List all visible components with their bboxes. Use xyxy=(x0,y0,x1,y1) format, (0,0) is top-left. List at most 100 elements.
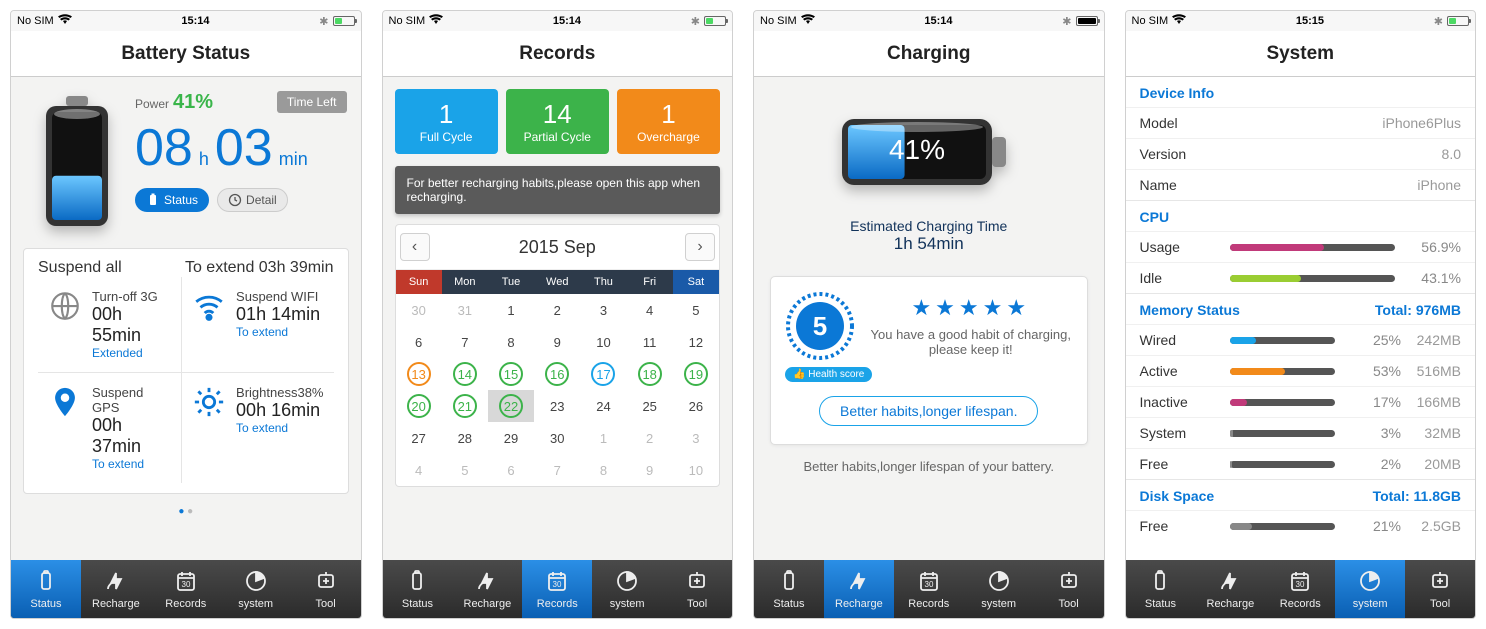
calendar-cell[interactable]: 27 xyxy=(396,422,442,454)
stat-tile[interactable]: 14Partial Cycle xyxy=(506,89,609,154)
tab-tool[interactable]: Tool xyxy=(1405,560,1475,618)
svg-text:30: 30 xyxy=(181,580,190,589)
calendar-title: 2015 Sep xyxy=(444,237,672,258)
detail-mode-button[interactable]: Detail xyxy=(217,188,288,212)
calendar-cell[interactable]: 6 xyxy=(488,454,534,486)
tab-system[interactable]: system xyxy=(964,560,1034,618)
calendar-cell[interactable]: 17 xyxy=(580,358,626,390)
option-link[interactable]: To extend xyxy=(236,325,320,339)
calendar-cell[interactable]: 30 xyxy=(396,294,442,326)
status-mode-button[interactable]: Status xyxy=(135,188,209,212)
calendar-cell[interactable]: 5 xyxy=(673,294,719,326)
info-row: Version8.0 xyxy=(1126,138,1476,169)
calendar-cell[interactable]: 30 xyxy=(534,422,580,454)
calendar-cell[interactable]: 13 xyxy=(396,358,442,390)
device-status-bar: No SIM15:14✱ xyxy=(11,11,361,31)
calendar-cell[interactable]: 25 xyxy=(627,390,673,422)
tab-recharge[interactable]: Recharge xyxy=(824,560,894,618)
suspend-option[interactable]: Turn-off 3G00h 55minExtended xyxy=(38,277,181,373)
calendar-cell[interactable]: 2 xyxy=(534,294,580,326)
power-label: Power xyxy=(135,97,169,111)
calendar-cell[interactable]: 20 xyxy=(396,390,442,422)
calendar-cell[interactable]: 21 xyxy=(442,390,488,422)
calendar-cell[interactable]: 8 xyxy=(580,454,626,486)
calendar-cell[interactable]: 9 xyxy=(627,454,673,486)
option-link[interactable]: To extend xyxy=(92,457,171,471)
tab-recharge[interactable]: Recharge xyxy=(452,560,522,618)
tab-system[interactable]: system xyxy=(592,560,662,618)
calendar-cell[interactable]: 3 xyxy=(580,294,626,326)
tab-tool[interactable]: Tool xyxy=(662,560,732,618)
calendar-cell[interactable]: 5 xyxy=(442,454,488,486)
metric-label: Free xyxy=(1140,456,1220,472)
calendar-cell[interactable]: 1 xyxy=(580,422,626,454)
suspend-all-label[interactable]: Suspend all xyxy=(38,259,122,277)
tab-system[interactable]: system xyxy=(221,560,291,618)
prev-month-button[interactable]: ‹ xyxy=(400,233,430,261)
tab-records[interactable]: 30Records xyxy=(894,560,964,618)
calendar-cell[interactable]: 10 xyxy=(673,454,719,486)
tab-records[interactable]: 30Records xyxy=(1265,560,1335,618)
metric-row: Free2%20MB xyxy=(1126,448,1476,479)
calendar-cell[interactable]: 14 xyxy=(442,358,488,390)
clock-icon xyxy=(228,193,242,207)
calendar-cell[interactable]: 24 xyxy=(580,390,626,422)
tab-tool[interactable]: Tool xyxy=(1034,560,1104,618)
calendar-cell[interactable]: 31 xyxy=(442,294,488,326)
health-score-pill[interactable]: 👍 Health score xyxy=(785,367,872,382)
calendar-cell[interactable]: 9 xyxy=(534,326,580,358)
calendar-cell[interactable]: 11 xyxy=(627,326,673,358)
tab-recharge[interactable]: Recharge xyxy=(81,560,151,618)
calendar-cell[interactable]: 29 xyxy=(488,422,534,454)
next-month-button[interactable]: › xyxy=(685,233,715,261)
page-dots: ● ● xyxy=(11,506,361,517)
stat-tile[interactable]: 1Overcharge xyxy=(617,89,720,154)
calendar: ‹2015 Sep›SunMonTueWedThuFriSat303112345… xyxy=(395,224,721,487)
tab-status[interactable]: Status xyxy=(1126,560,1196,618)
metric-value: 20MB xyxy=(1401,456,1461,472)
tab-records[interactable]: 30Records xyxy=(522,560,592,618)
carrier-label: No SIM xyxy=(389,15,426,27)
calendar-cell[interactable]: 18 xyxy=(627,358,673,390)
metric-row: Active53%516MB xyxy=(1126,355,1476,386)
metric-label: System xyxy=(1140,425,1220,441)
option-link[interactable]: Extended xyxy=(92,346,171,360)
tab-tool[interactable]: Tool xyxy=(291,560,361,618)
calendar-cell[interactable]: 10 xyxy=(580,326,626,358)
tab-system[interactable]: system xyxy=(1335,560,1405,618)
calendar-cell[interactable]: 6 xyxy=(396,326,442,358)
calendar-cell[interactable]: 7 xyxy=(442,326,488,358)
calendar-cell[interactable]: 22 xyxy=(488,390,534,422)
calendar-cell[interactable]: 7 xyxy=(534,454,580,486)
tab-status[interactable]: Status xyxy=(383,560,453,618)
calendar-cell[interactable]: 4 xyxy=(627,294,673,326)
suspend-option[interactable]: Suspend WIFI01h 14minTo extend xyxy=(181,277,333,373)
tab-recharge[interactable]: Recharge xyxy=(1195,560,1265,618)
tab-records[interactable]: 30Records xyxy=(151,560,221,618)
calendar-cell[interactable]: 8 xyxy=(488,326,534,358)
calendar-cell[interactable]: 2 xyxy=(627,422,673,454)
calendar-cell[interactable]: 23 xyxy=(534,390,580,422)
calendar-cell[interactable]: 28 xyxy=(442,422,488,454)
battery-illustration xyxy=(27,91,127,236)
calendar-cell[interactable]: 1 xyxy=(488,294,534,326)
calendar-cell[interactable]: 16 xyxy=(534,358,580,390)
calendar-cell[interactable]: 3 xyxy=(673,422,719,454)
metric-row: Wired25%242MB xyxy=(1126,324,1476,355)
option-link[interactable]: To extend xyxy=(236,421,323,435)
calendar-cell[interactable]: 12 xyxy=(673,326,719,358)
metric-bar xyxy=(1230,275,1396,282)
suspend-option[interactable]: Brightness38%00h 16minTo extend xyxy=(181,373,333,483)
tab-status[interactable]: Status xyxy=(11,560,81,618)
metric-bar xyxy=(1230,461,1336,468)
calendar-cell[interactable]: 4 xyxy=(396,454,442,486)
calendar-cell[interactable]: 15 xyxy=(488,358,534,390)
better-habits-button[interactable]: Better habits,longer lifespan. xyxy=(819,396,1038,426)
system-info[interactable]: Device InfoModeliPhone6PlusVersion8.0Nam… xyxy=(1126,77,1476,560)
calendar-cell[interactable]: 26 xyxy=(673,390,719,422)
suspend-option[interactable]: Suspend GPS00h 37minTo extend xyxy=(38,373,181,483)
calendar-cell[interactable]: 19 xyxy=(673,358,719,390)
metric-bar xyxy=(1230,523,1336,530)
tab-status[interactable]: Status xyxy=(754,560,824,618)
stat-tile[interactable]: 1Full Cycle xyxy=(395,89,498,154)
